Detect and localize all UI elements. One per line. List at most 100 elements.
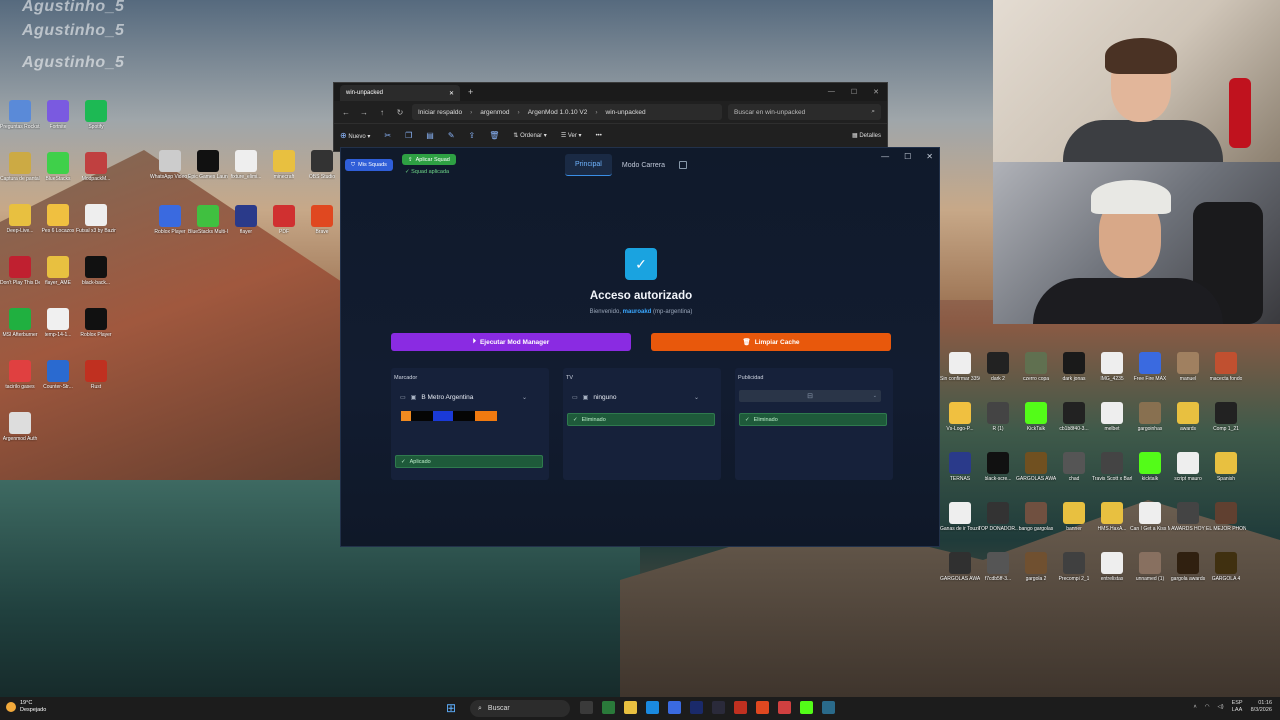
desktop-icon[interactable]: black-scre... — [978, 452, 1018, 482]
rename-icon[interactable]: ✎ — [448, 131, 455, 140]
desktop-icon[interactable]: Rust — [76, 360, 116, 390]
clear-cache-button[interactable]: 🗑 Limpiar Cache — [651, 333, 891, 351]
clock[interactable]: 01:16 8/3/2026 — [1251, 700, 1272, 714]
desktop-icon[interactable]: Fortnite — [38, 100, 78, 130]
desktop-icon[interactable]: fixture_elimi... — [226, 150, 266, 180]
desktop-icon[interactable]: gargola awards — [1168, 552, 1208, 582]
desktop-icon[interactable]: Precompi 2_1 — [1054, 552, 1094, 582]
desktop-icon[interactable]: OBS Studio — [302, 150, 342, 180]
desktop-icon[interactable]: Comp 1_21 — [1206, 402, 1246, 432]
share-icon[interactable]: ⇪ — [469, 131, 476, 140]
app-icon[interactable] — [668, 701, 681, 714]
marcador-select[interactable]: ▭ ▣ B Metro Argentina ⌄ — [395, 390, 527, 404]
taskbar-search[interactable]: ⌕ Buscar — [470, 700, 570, 717]
desktop-icon[interactable]: Sin confirmar 335677... — [940, 352, 980, 382]
desktop-icon[interactable]: minecraft — [264, 150, 304, 180]
desktop-icon[interactable]: GARGOLAS AWARSD — [940, 552, 980, 582]
app-icon[interactable] — [734, 701, 747, 714]
close-icon[interactable]: ✕ — [873, 88, 879, 96]
desktop-icon[interactable]: Don't Play This Demo — [0, 256, 40, 286]
desktop-icon[interactable]: ModpackM... — [76, 152, 116, 182]
edge-icon[interactable] — [646, 701, 659, 714]
desktop-icon[interactable]: Spanish — [1206, 452, 1246, 482]
desktop-icon[interactable]: cb1b8f40-3... — [1054, 402, 1094, 432]
breadcrumb[interactable]: Iniciar respaldo › argenmod › ArgenMod 1… — [412, 104, 722, 120]
desktop-icon[interactable]: manuel — [1168, 352, 1208, 382]
app-icon[interactable] — [778, 701, 791, 714]
maximize-icon[interactable]: ☐ — [904, 152, 911, 161]
delete-icon[interactable]: 🗑 — [489, 131, 499, 140]
weather-widget[interactable]: 19°C Despejado — [6, 700, 46, 714]
tv-select[interactable]: ▭ ▣ ninguno ⌄ — [567, 390, 699, 404]
wifi-icon[interactable]: ◠ — [1205, 704, 1210, 710]
app-icon[interactable] — [602, 701, 615, 714]
desktop-icon[interactable]: GARGOLA 4 — [1206, 552, 1246, 582]
file-explorer-icon[interactable] — [624, 701, 637, 714]
desktop-icon[interactable]: entrelistas — [1092, 552, 1132, 582]
desktop-icon[interactable]: Can I Get a Kiss Mauroo — [1130, 502, 1170, 532]
desktop-icon[interactable]: gargola 2 — [1016, 552, 1056, 582]
sort-button[interactable]: ⇅ Ordenar ▾ — [513, 132, 546, 139]
desktop-icon[interactable]: script mauro — [1168, 452, 1208, 482]
language-indicator[interactable]: ESP LAA — [1232, 700, 1243, 714]
desktop-icon[interactable]: BlueStacks — [38, 152, 78, 182]
apply-squad-button[interactable]: ⇪ Aplicar Squad — [402, 154, 456, 165]
explorer-tab[interactable]: win-unpacked ✕ — [340, 85, 460, 101]
close-icon[interactable]: ✕ — [926, 152, 933, 161]
breadcrumb-item[interactable]: win-unpacked — [606, 109, 646, 116]
desktop-icon[interactable]: Roblox Player — [150, 205, 190, 235]
minimize-icon[interactable]: — — [828, 88, 835, 96]
desktop-icon[interactable]: dark jonas — [1054, 352, 1094, 382]
desktop-icon[interactable]: IMG_4235 — [1092, 352, 1132, 382]
my-squads-button[interactable]: ⛉ Mis Squads — [345, 159, 393, 171]
desktop-icon[interactable]: TOP DONADOR... — [978, 502, 1018, 532]
desktop-icon[interactable]: Vs-Logo-P... — [940, 402, 980, 432]
desktop-icon[interactable]: czerro copa — [1016, 352, 1056, 382]
details-button[interactable]: ▦ Detalles — [852, 132, 881, 139]
explorer-search-input[interactable]: Buscar en win-unpacked ⌕ — [728, 104, 881, 120]
desktop-icon[interactable]: KickTalk — [1016, 402, 1056, 432]
desktop-icon[interactable]: PDF — [264, 205, 304, 235]
breadcrumb-item[interactable]: argenmod — [480, 109, 509, 116]
desktop-icon[interactable]: temp-14-1... — [38, 308, 78, 338]
chevron-up-icon[interactable]: ˄ — [1193, 704, 1196, 710]
up-arrow-icon[interactable]: ↑ — [376, 108, 388, 117]
desktop-icon[interactable]: Deep-Live... — [0, 204, 40, 234]
desktop-icon[interactable]: BlueStacks Multi-Insta... — [188, 205, 228, 235]
more-icon[interactable]: ••• — [596, 133, 602, 139]
desktop-icon[interactable]: WhatsApp Video 2025- — [150, 150, 190, 180]
desktop-icon[interactable]: kicktalk — [1130, 452, 1170, 482]
tab-modo-carrera[interactable]: Modo Carrera — [612, 154, 675, 176]
desktop-icon[interactable]: Roblox Player — [76, 308, 116, 338]
view-button[interactable]: ☰ Ver ▾ — [561, 132, 582, 139]
desktop-icon[interactable]: Free Fire MAX — [1130, 352, 1170, 382]
desktop-icon[interactable]: AWARDS HOY — [1168, 502, 1208, 532]
copy-icon[interactable]: ❐ — [405, 131, 412, 140]
desktop-icon[interactable]: f7cdb5ff-3... — [978, 552, 1018, 582]
cut-icon[interactable]: ✂ — [384, 131, 391, 140]
desktop-icon[interactable]: gargoinhas — [1130, 402, 1170, 432]
desktop-icon[interactable]: awards — [1168, 402, 1208, 432]
app-icon[interactable] — [712, 701, 725, 714]
desktop-icon[interactable]: flayer_AME — [38, 256, 78, 286]
desktop-icon[interactable]: Ganas de ir Touze (Ak... — [940, 502, 980, 532]
app-icon[interactable] — [690, 701, 703, 714]
desktop-icon[interactable]: black-back... — [76, 256, 116, 286]
paste-icon[interactable]: ▤ — [426, 131, 434, 140]
breadcrumb-item[interactable]: ArgenMod 1.0.10 V2 — [528, 109, 588, 116]
windows-start-icon[interactable]: ⊞ — [446, 701, 456, 715]
desktop-icon[interactable]: HMS.HaxA... — [1092, 502, 1132, 532]
back-arrow-icon[interactable]: ← — [340, 108, 352, 117]
tab-principal[interactable]: Principal — [565, 154, 612, 176]
run-mod-manager-button[interactable]: ⏵ Ejecutar Mod Manager — [391, 333, 631, 351]
brave-icon[interactable] — [756, 701, 769, 714]
desktop-icon[interactable]: flayer — [226, 205, 266, 235]
desktop-icon[interactable]: Argenmod Auth — [0, 412, 40, 442]
desktop-icon[interactable]: Epic Games Launcher — [188, 150, 228, 180]
desktop-icon[interactable]: bango gargolas — [1016, 502, 1056, 532]
publicidad-select[interactable]: ⊟ ⌄ — [739, 390, 881, 402]
desktop-icon[interactable]: R (1) — [978, 402, 1018, 432]
minimize-icon[interactable]: — — [881, 152, 889, 161]
desktop-icon[interactable]: MSI Afterburner — [0, 308, 40, 338]
desktop-icon[interactable]: unnamed (1) — [1130, 552, 1170, 582]
